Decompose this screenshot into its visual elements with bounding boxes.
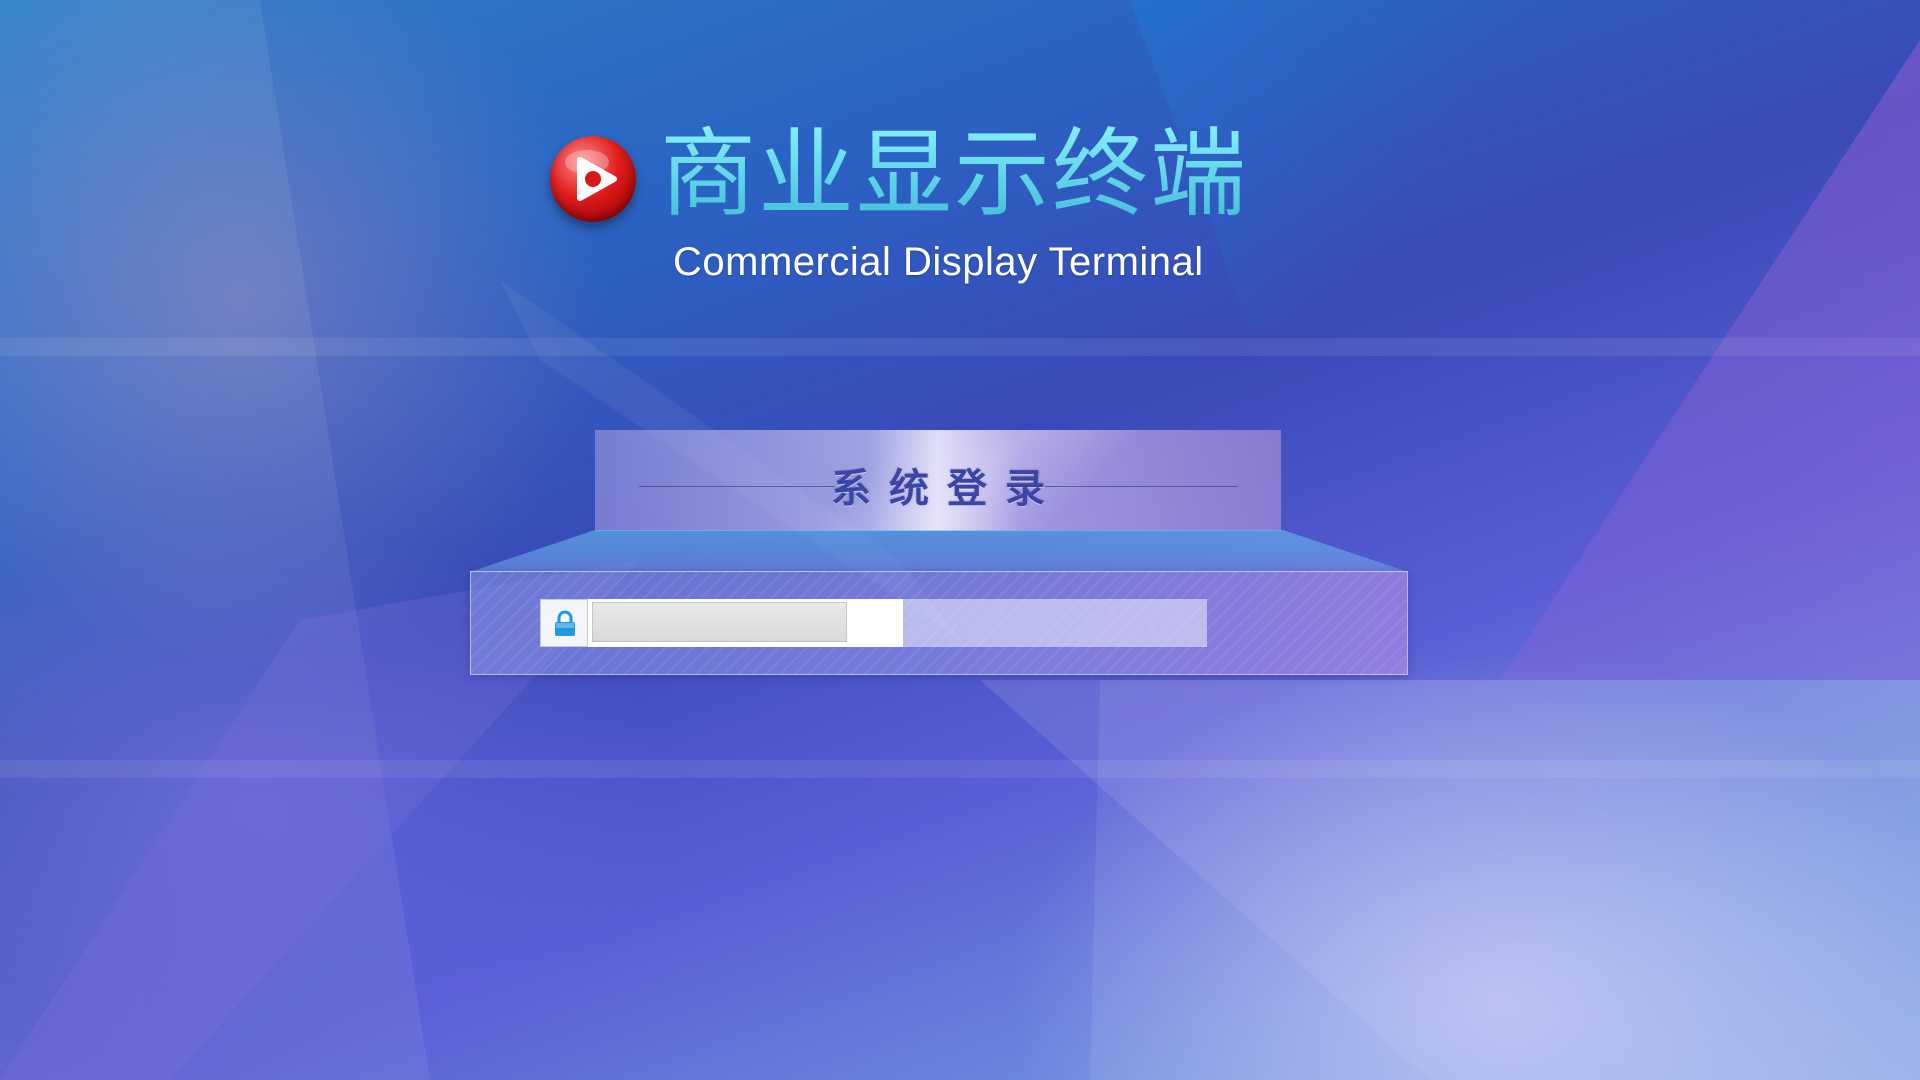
password-input[interactable] xyxy=(592,602,847,642)
app-subtitle: Commercial Display Terminal xyxy=(673,240,1204,284)
login-title: 系统登录 xyxy=(831,466,1063,512)
logo-play-icon xyxy=(550,136,636,222)
app-title: 商业显示终端 xyxy=(660,114,1248,234)
login-header: 系统登录 xyxy=(595,430,1281,531)
login-panel-top xyxy=(470,530,1408,572)
password-field-extension xyxy=(903,599,1207,647)
lock-icon xyxy=(540,599,588,647)
